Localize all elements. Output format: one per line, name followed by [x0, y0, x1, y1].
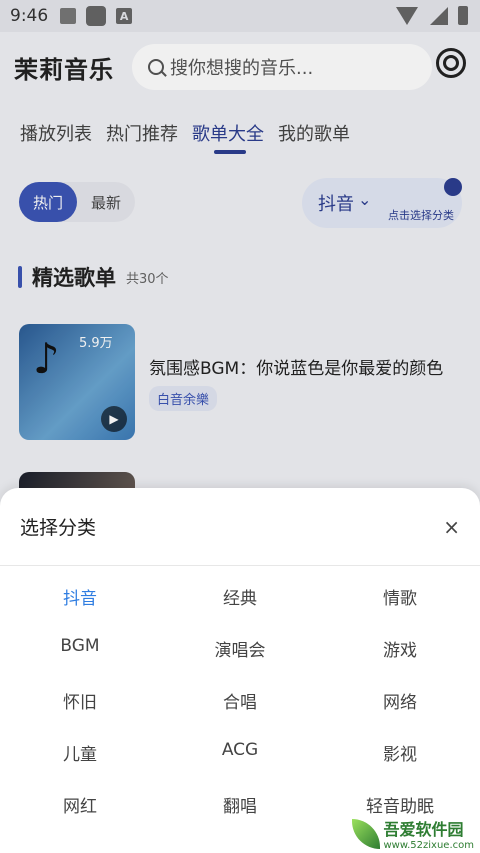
search-input[interactable]: 搜你想搜的音乐...	[132, 44, 432, 90]
settings-icon[interactable]	[436, 48, 466, 78]
tab-all-playlists[interactable]: 歌单大全	[192, 120, 264, 154]
category-option[interactable]: 影视	[320, 740, 480, 766]
tab-hot-recommend[interactable]: 热门推荐	[106, 120, 178, 146]
category-option[interactable]: 网络	[320, 688, 480, 714]
category-option[interactable]: 经典	[160, 584, 320, 610]
section-header: 精选歌单 共30个	[18, 262, 169, 292]
category-option[interactable]: 游戏	[320, 636, 480, 662]
image-icon	[60, 8, 77, 24]
chevron-down-icon: ⌄	[358, 190, 372, 209]
category-select-button[interactable]: 抖音 ⌄ 点击选择分类	[302, 178, 462, 228]
status-bar: 9:46 A	[0, 0, 480, 32]
category-option[interactable]: 抖音	[0, 584, 160, 610]
category-label: 抖音	[318, 194, 354, 215]
app-icon	[86, 6, 107, 26]
category-option[interactable]: 怀旧	[0, 688, 160, 714]
tab-playlist[interactable]: 播放列表	[20, 120, 92, 146]
signal-icon	[430, 6, 448, 25]
playlist-item[interactable]: ♪ 5.9万 ▶ 氛围感BGM：你说蓝色是你最爱的颜色 白音余樂	[19, 324, 479, 442]
section-count: 共30个	[126, 271, 169, 287]
filter-toggle: 热门 最新	[19, 182, 136, 222]
playlist-tag: 白音余樂	[149, 386, 218, 411]
tab-my-playlists[interactable]: 我的歌单	[278, 120, 350, 146]
wifi-icon	[396, 6, 418, 25]
play-count: 5.9万	[79, 336, 113, 351]
category-option[interactable]: 演唱会	[160, 636, 320, 662]
a-icon: A	[116, 8, 133, 24]
category-option[interactable]: ACG	[160, 740, 320, 766]
sheet-title: 选择分类	[20, 517, 97, 539]
status-time: 9:46	[10, 6, 49, 26]
category-option[interactable]: BGM	[0, 636, 160, 662]
app-title: 茉莉音乐	[14, 55, 114, 84]
sheet-header: 选择分类 ×	[0, 488, 480, 566]
category-grid: 抖音 经典 情歌 BGM 演唱会 游戏 怀旧 合唱 网络 儿童 ACG 影视 网…	[0, 584, 480, 818]
category-option[interactable]: 合唱	[160, 688, 320, 714]
section-accent-bar	[18, 266, 22, 288]
status-right	[396, 6, 468, 25]
filter-hot[interactable]: 热门	[19, 182, 78, 222]
playlist-title: 氛围感BGM：你说蓝色是你最爱的颜色	[149, 359, 444, 379]
category-sheet: 选择分类 × 抖音 经典 情歌 BGM 演唱会 游戏 怀旧 合唱 网络 儿童 A…	[0, 488, 480, 853]
category-hint: 点击选择分类	[388, 209, 454, 222]
watermark-url: www.52zixue.com	[383, 840, 475, 851]
category-option[interactable]: 翻唱	[160, 792, 320, 818]
tab-bar: 播放列表 热门推荐 歌单大全 我的歌单	[20, 120, 350, 154]
section-title: 精选歌单	[32, 266, 116, 290]
playlist-item[interactable]	[19, 472, 479, 522]
category-corner-dot	[444, 178, 462, 196]
app-header: 茉莉音乐 搜你想搜的音乐...	[0, 32, 480, 102]
filter-latest[interactable]: 最新	[77, 182, 135, 222]
category-option[interactable]: 情歌	[320, 584, 480, 610]
leaf-logo-icon	[351, 818, 380, 849]
watermark: 吾爱软件园 www.52zixue.com	[351, 816, 475, 851]
playlist-cover: ♪ 5.9万 ▶	[19, 324, 135, 440]
play-icon[interactable]: ▶	[101, 406, 127, 432]
search-placeholder: 搜你想搜的音乐...	[170, 58, 314, 79]
watermark-main: 吾爱软件园	[383, 820, 464, 839]
tiktok-logo-icon: ♪	[33, 334, 60, 383]
search-icon	[148, 59, 164, 75]
battery-icon	[458, 6, 468, 25]
close-icon[interactable]: ×	[443, 515, 460, 539]
watermark-text: 吾爱软件园 www.52zixue.com	[384, 816, 475, 851]
category-option[interactable]: 轻音助眠	[320, 792, 480, 818]
category-option[interactable]: 儿童	[0, 740, 160, 766]
category-option[interactable]: 网红	[0, 792, 160, 818]
